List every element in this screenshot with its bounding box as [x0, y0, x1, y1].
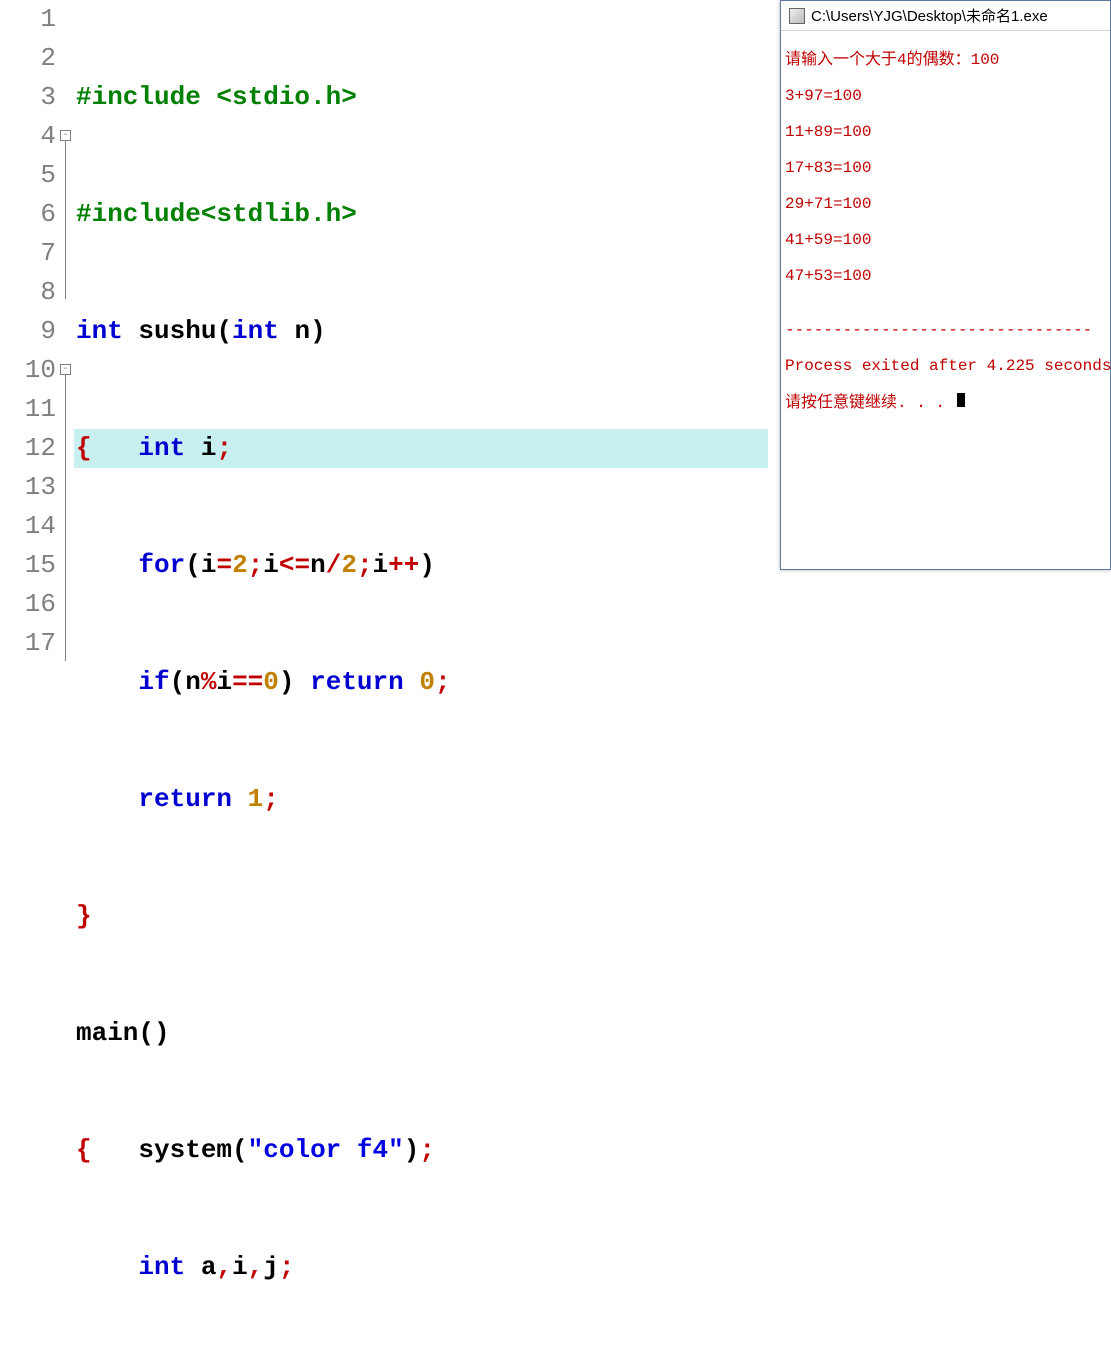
- console-line: 17+83=100: [785, 159, 1106, 177]
- fold-toggle-icon[interactable]: -: [60, 364, 71, 375]
- code-line-current: { int i;: [74, 429, 768, 468]
- code-line: return 1;: [74, 780, 768, 819]
- console-line: 29+71=100: [785, 195, 1106, 213]
- code-line: }: [74, 897, 768, 936]
- line-num: 15: [0, 546, 56, 585]
- line-num: 11: [0, 390, 56, 429]
- line-num: 5: [0, 156, 56, 195]
- line-num: 2: [0, 39, 56, 78]
- console-window[interactable]: C:\Users\YJG\Desktop\未命名1.exe 请输入一个大于4的偶…: [780, 0, 1111, 570]
- app-icon: [789, 8, 805, 24]
- console-line: 11+89=100: [785, 123, 1106, 141]
- console-line: --------------------------------: [785, 321, 1106, 339]
- console-titlebar[interactable]: C:\Users\YJG\Desktop\未命名1.exe: [781, 1, 1110, 31]
- code-line: int sushu(int n): [74, 312, 768, 351]
- code-editor: 1 2 3 4 5 6 7 8 9 10 11 12 13 14 15 16 1…: [0, 0, 768, 674]
- line-num: 7: [0, 234, 56, 273]
- console-line: 请输入一个大于4的偶数：100: [785, 51, 1106, 69]
- line-gutter: 1 2 3 4 5 6 7 8 9 10 11 12 13 14 15 16 1…: [0, 0, 60, 674]
- console-line: 47+53=100: [785, 267, 1106, 285]
- line-num: 4: [0, 117, 56, 156]
- code-text-area[interactable]: #include <stdio.h> #include<stdlib.h> in…: [74, 0, 768, 674]
- code-line: #include<stdlib.h>: [74, 195, 768, 234]
- line-num: 3: [0, 78, 56, 117]
- fold-guide: [65, 375, 66, 661]
- code-line: if(n%i==0) return 0;: [74, 663, 768, 702]
- line-num: 13: [0, 468, 56, 507]
- line-num: 16: [0, 585, 56, 624]
- line-num: 10: [0, 351, 56, 390]
- console-line: 请按任意键继续. . .: [785, 393, 1106, 412]
- console-line: 41+59=100: [785, 231, 1106, 249]
- code-line: #include <stdio.h>: [74, 78, 768, 117]
- code-line: main(): [74, 1014, 768, 1053]
- code-line: { system("color f4");: [74, 1131, 768, 1170]
- line-num: 9: [0, 312, 56, 351]
- line-num: 6: [0, 195, 56, 234]
- console-title: C:\Users\YJG\Desktop\未命名1.exe: [811, 5, 1048, 26]
- console-output: 请输入一个大于4的偶数：100 3+97=100 11+89=100 17+83…: [781, 31, 1110, 450]
- cursor-icon: [957, 393, 965, 407]
- console-line: Process exited after 4.225 seconds wi: [785, 357, 1106, 375]
- line-num: 17: [0, 624, 56, 663]
- line-num: 14: [0, 507, 56, 546]
- fold-column: - -: [60, 0, 74, 674]
- fold-toggle-icon[interactable]: -: [60, 130, 71, 141]
- line-num: 12: [0, 429, 56, 468]
- code-line: int a,i,j;: [74, 1248, 768, 1287]
- code-line: for(i=2;i<=n/2;i++): [74, 546, 768, 585]
- console-line: 3+97=100: [785, 87, 1106, 105]
- line-num: 1: [0, 0, 56, 39]
- line-num: 8: [0, 273, 56, 312]
- fold-guide: [65, 141, 66, 299]
